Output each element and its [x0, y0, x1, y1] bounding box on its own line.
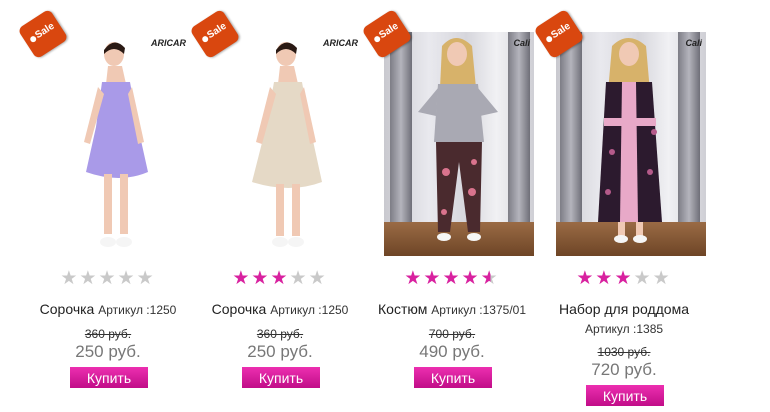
star-icon[interactable]: ★: [481, 268, 500, 289]
brand-logo: Cali: [513, 38, 530, 48]
star-icon[interactable]: ★: [79, 268, 98, 289]
model-photo: [598, 38, 662, 243]
product-card: Cali Sale ★★★★★ Набор для роддома Артику…: [533, 0, 710, 412]
rating-stars[interactable]: ★★★★★: [194, 269, 366, 288]
buy-button[interactable]: Купить: [586, 385, 664, 406]
buy-button[interactable]: Купить: [242, 367, 320, 388]
star-icon[interactable]: ★: [404, 268, 423, 289]
product-name[interactable]: Костюм: [378, 301, 427, 317]
buy-button[interactable]: Купить: [414, 367, 492, 388]
old-price: 360 руб.: [256, 327, 304, 341]
star-icon[interactable]: ★: [653, 268, 672, 289]
star-icon[interactable]: ★: [251, 268, 270, 289]
product-image[interactable]: Cali: [556, 32, 706, 256]
star-icon[interactable]: ★: [462, 268, 481, 289]
product-name[interactable]: Сорочка: [40, 301, 95, 317]
current-price: 250 руб.: [247, 342, 313, 361]
star-icon[interactable]: ★: [423, 268, 442, 289]
current-price: 490 руб.: [419, 342, 485, 361]
product-card: Cali Sale ★★★★★ Костюм Артикул :1375/01 …: [361, 0, 538, 412]
rating-stars[interactable]: ★★★★★: [538, 269, 710, 288]
brand-logo: ARICAR: [151, 38, 186, 48]
star-icon[interactable]: ★: [290, 268, 309, 289]
product-card: ARICAR Sale ★★★★★ Сорочка Артикул :1250 …: [17, 0, 194, 412]
star-icon[interactable]: ★: [595, 268, 614, 289]
product-card: ARICAR Sale ★★★★★ Сорочка Артикул :1250 …: [189, 0, 366, 412]
star-icon[interactable]: ★: [118, 268, 137, 289]
old-price: 1030 руб.: [597, 345, 651, 359]
product-image[interactable]: ARICAR: [40, 32, 190, 256]
brand-logo: ARICAR: [323, 38, 358, 48]
current-price: 250 руб.: [75, 342, 141, 361]
star-icon[interactable]: ★: [634, 268, 653, 289]
old-price: 360 руб.: [84, 327, 132, 341]
star-icon[interactable]: ★: [614, 268, 633, 289]
star-icon[interactable]: ★: [232, 268, 251, 289]
rating-stars[interactable]: ★★★★★: [22, 269, 194, 288]
model-photo: [84, 42, 148, 247]
sale-label: Sale: [205, 20, 229, 42]
buy-button[interactable]: Купить: [70, 367, 148, 388]
star-icon[interactable]: ★: [309, 268, 328, 289]
star-icon[interactable]: ★: [60, 268, 79, 289]
current-price: 720 руб.: [591, 360, 657, 379]
sale-label: Sale: [33, 20, 57, 42]
star-icon[interactable]: ★: [98, 268, 117, 289]
sale-label: Sale: [549, 20, 573, 42]
brand-logo: Cali: [685, 38, 702, 48]
sale-label: Sale: [377, 20, 401, 42]
product-sku: Артикул :1250: [270, 303, 349, 317]
rating-stars[interactable]: ★★★★★: [366, 269, 538, 288]
model-photo: [252, 42, 322, 247]
product-sku: Артикул :1250: [98, 303, 177, 317]
product-name[interactable]: Набор для роддома: [559, 301, 689, 317]
product-sku: Артикул :1385: [584, 322, 664, 336]
product-image[interactable]: Cali: [384, 32, 534, 256]
star-icon[interactable]: ★: [137, 268, 156, 289]
product-title[interactable]: Набор для роддома: [538, 301, 710, 317]
star-icon[interactable]: ★: [442, 268, 461, 289]
old-price: 700 руб.: [428, 327, 476, 341]
product-title[interactable]: Сорочка Артикул :1250: [22, 301, 194, 317]
product-title[interactable]: Сорочка Артикул :1250: [194, 301, 366, 317]
model-photo: [418, 38, 498, 241]
product-sku: Артикул :1375/01: [431, 303, 526, 317]
product-title[interactable]: Костюм Артикул :1375/01: [366, 301, 538, 317]
product-name[interactable]: Сорочка: [212, 301, 267, 317]
product-image[interactable]: ARICAR: [212, 32, 362, 256]
star-icon[interactable]: ★: [576, 268, 595, 289]
star-icon[interactable]: ★: [270, 268, 289, 289]
